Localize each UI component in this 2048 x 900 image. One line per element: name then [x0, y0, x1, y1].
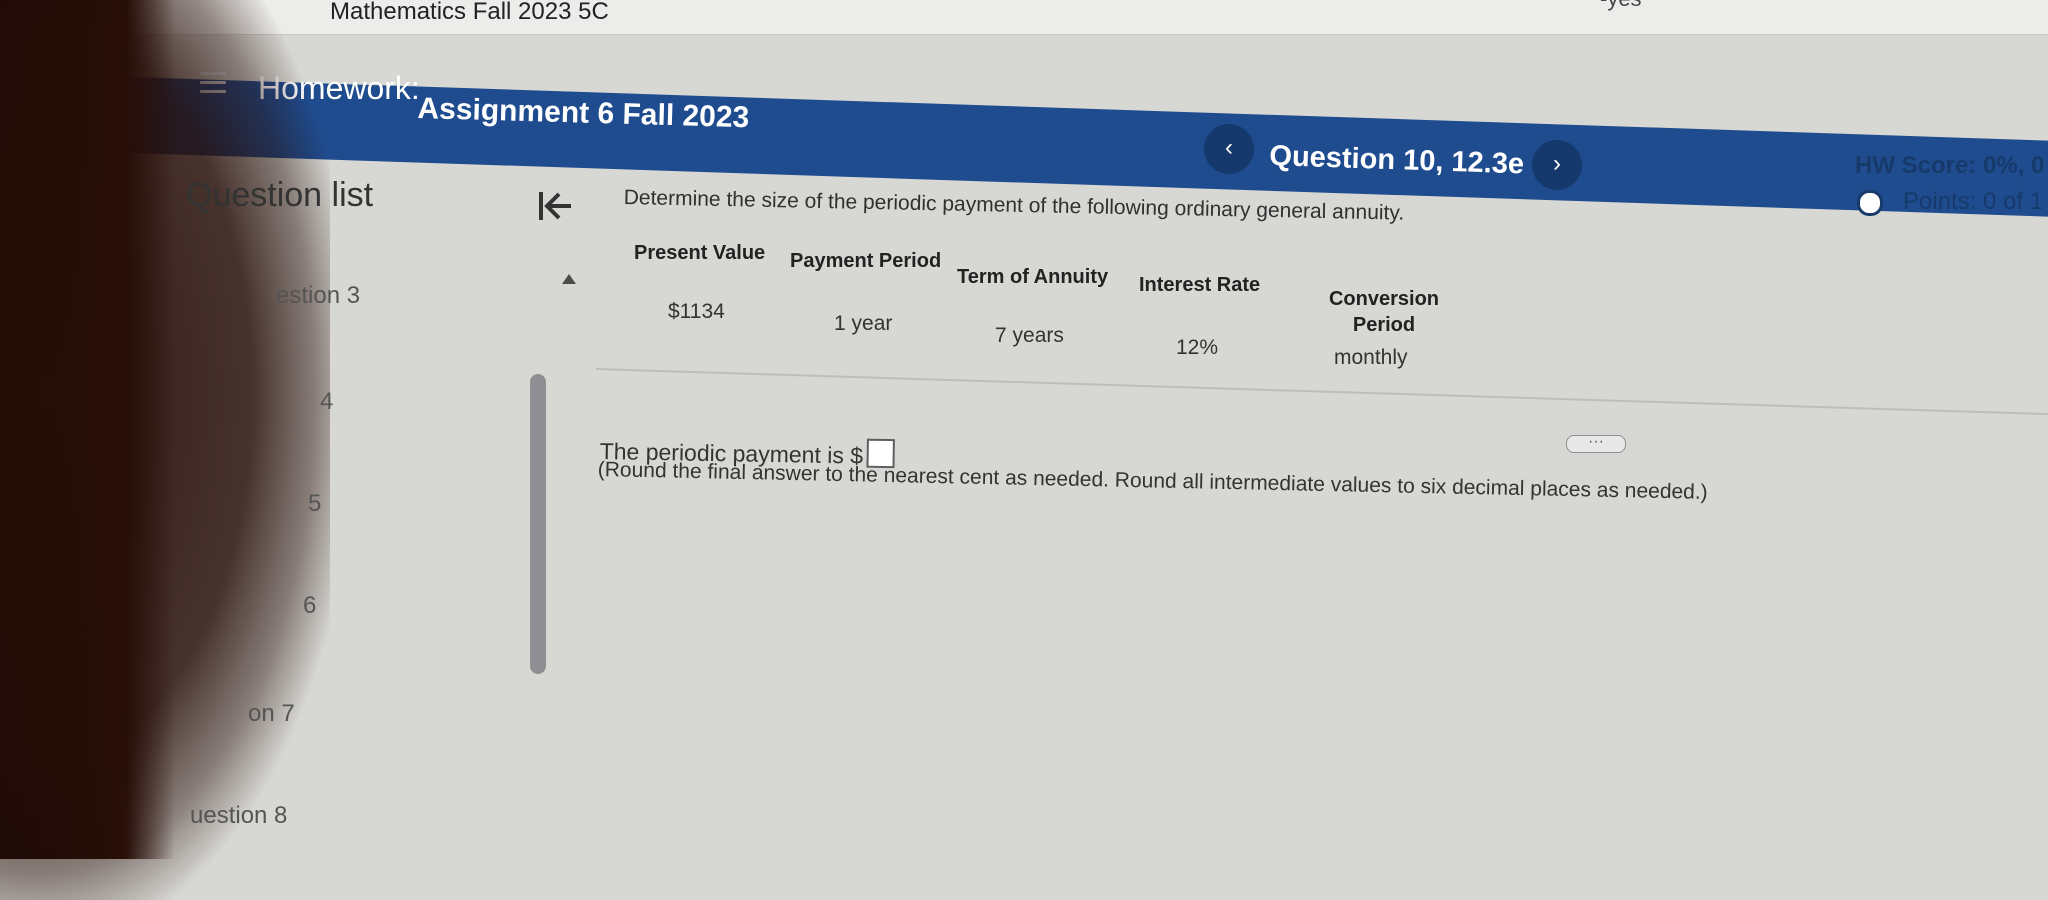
question-item-7[interactable]: on 7: [248, 700, 295, 728]
question-item-6[interactable]: 6: [303, 592, 316, 620]
browser-tab-title: Mathematics Fall 2023 5C: [330, 0, 609, 25]
homework-prefix: Homework:: [258, 70, 420, 106]
menu-icon[interactable]: [200, 72, 226, 93]
content-scrollbar[interactable]: [530, 374, 546, 674]
table-cell-present-value: $1134: [668, 300, 725, 323]
rounding-note: (Round the final answer to the nearest c…: [597, 458, 1708, 504]
table-header-payment-period: Payment Period: [790, 250, 942, 272]
points-text: Points: 0 of 1: [1903, 188, 2044, 215]
question-item-3[interactable]: estion 3: [276, 282, 360, 310]
table-header-term: Term of Annuity: [957, 266, 1109, 288]
question-prompt: Determine the size of the periodic payme…: [623, 186, 1405, 225]
browser-extra-text: -yes: [1600, 0, 1642, 12]
table-cell-interest-rate: 12%: [1176, 336, 1219, 359]
question-item-8[interactable]: uestion 8: [190, 802, 287, 830]
question-list-title: Question list: [186, 176, 374, 214]
hw-score: HW Score: 0%, 0: [1855, 152, 2045, 179]
previous-question-button[interactable]: ‹: [1204, 124, 1254, 174]
more-options-button[interactable]: ···: [1566, 434, 1626, 453]
table-header-interest-rate: Interest Rate: [1139, 274, 1261, 296]
next-question-button[interactable]: ›: [1532, 140, 1582, 190]
collapse-sidebar-icon[interactable]: [536, 186, 576, 226]
points-status-icon: [1857, 190, 1883, 216]
browser-strip: [0, 0, 2048, 35]
table-cell-payment-period: 1 year: [834, 312, 893, 335]
scroll-up-icon[interactable]: [562, 274, 576, 284]
table-cell-conversion-period: monthly: [1334, 346, 1408, 369]
table-cell-term: 7 years: [995, 324, 1064, 347]
table-header-conversion-period: Conversion Period: [1328, 288, 1440, 336]
section-divider: [595, 368, 2048, 416]
table-header-present-value: Present Value: [634, 242, 766, 264]
question-item-5[interactable]: 5: [308, 490, 321, 518]
question-item-4[interactable]: 4: [320, 388, 333, 416]
